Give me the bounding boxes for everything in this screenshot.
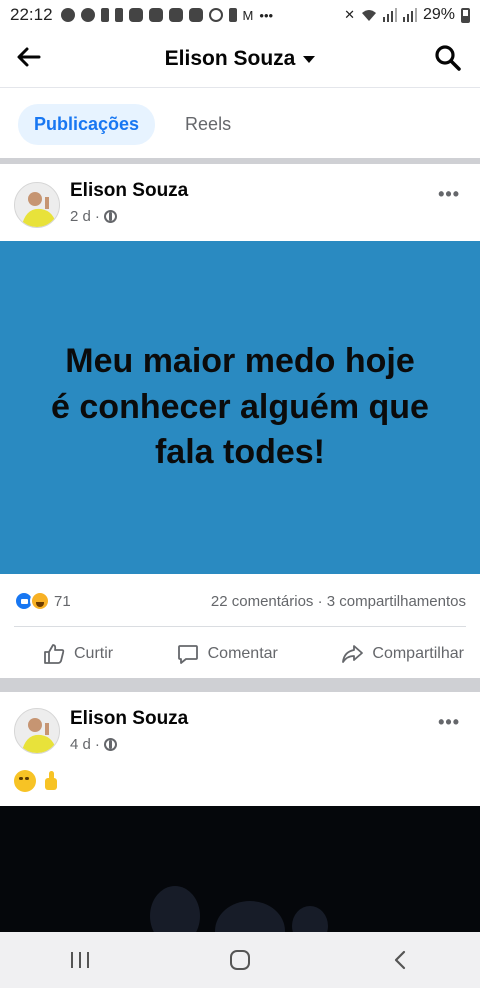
tab-publicacoes[interactable]: Publicações — [18, 103, 156, 145]
globe-icon — [103, 738, 117, 751]
post-video[interactable] — [0, 806, 480, 932]
notification-icon — [128, 8, 143, 22]
like-button[interactable]: Curtir — [42, 642, 113, 666]
video-shape — [150, 886, 200, 932]
profile-tabs: Publicações Reels — [0, 88, 480, 160]
like-label: Curtir — [74, 645, 114, 662]
comment-label: Comentar — [207, 645, 278, 662]
signal-icon — [402, 8, 417, 22]
post-author[interactable]: Elison Souza — [70, 180, 188, 202]
gmail-icon: M — [242, 7, 254, 23]
notification-icon — [114, 8, 123, 22]
actions-divider — [14, 626, 466, 627]
recent-apps-button[interactable] — [60, 940, 100, 980]
notification-icon — [228, 8, 237, 22]
post-image-text: Meu maior medo hoje é conhecer alguém qu… — [51, 341, 429, 472]
system-navigation-bar — [0, 932, 480, 988]
more-options-icon[interactable]: ••• — [438, 184, 460, 205]
profile-header: Elison Souza — [0, 30, 480, 88]
comment-button[interactable]: Comentar — [176, 642, 278, 666]
reaction-icons[interactable] — [14, 591, 50, 611]
chevron-left-icon — [394, 950, 406, 970]
reaction-count[interactable]: 71 — [54, 593, 71, 610]
status-time: 22:12 — [10, 5, 53, 24]
notification-icon — [208, 8, 223, 22]
post-author[interactable]: Elison Souza — [70, 708, 188, 730]
post-meta: 2 d · — [70, 208, 117, 225]
avatar[interactable] — [14, 708, 60, 754]
video-shape — [292, 906, 328, 932]
post-actions: Curtir Comentar Compartilhar — [0, 630, 480, 678]
globe-icon — [103, 210, 117, 223]
post-time[interactable]: 2 d — [70, 208, 91, 225]
notification-icon — [60, 8, 75, 22]
comments-shares-summary[interactable]: 22 comentários · 3 compartilhamentos — [211, 593, 466, 610]
notification-icon — [148, 8, 163, 22]
reactions-bar: 71 22 comentários · 3 compartilhamentos — [0, 583, 480, 619]
thumbs-up-icon — [44, 644, 65, 664]
status-bar: 22:12 M ••• ✕ 29% — [0, 0, 480, 30]
smirk-emoji-icon — [14, 770, 36, 792]
meta-separator: · — [94, 208, 100, 225]
share-icon — [342, 645, 364, 663]
post-meta: 4 d · — [70, 736, 117, 753]
post-divider — [0, 678, 480, 692]
header-title: Elison Souza — [164, 46, 296, 70]
avatar[interactable] — [14, 182, 60, 228]
thumbs-up-emoji-icon — [40, 770, 62, 792]
comment-icon — [177, 645, 198, 664]
battery-icon — [461, 7, 470, 23]
post-caption-emojis — [14, 770, 62, 792]
video-shape — [215, 901, 285, 932]
post-header: Elison Souza 4 d · ••• — [0, 692, 480, 766]
haha-reaction-icon — [30, 591, 50, 611]
notification-icon — [80, 8, 95, 22]
notification-icon — [168, 8, 183, 22]
more-notifications-icon: ••• — [259, 7, 274, 23]
system-indicators: ✕ 29% — [344, 6, 470, 24]
notification-icon — [188, 8, 203, 22]
share-button[interactable]: Compartilhar — [340, 642, 464, 666]
post-header: Elison Souza 2 d · ••• — [0, 164, 480, 238]
notification-icons: M ••• — [60, 7, 274, 23]
share-label: Compartilhar — [372, 645, 464, 662]
meta-separator: · — [94, 736, 100, 753]
home-icon — [230, 950, 250, 970]
notification-icon — [100, 8, 109, 22]
back-arrow-icon[interactable] — [14, 42, 44, 72]
tab-reels[interactable]: Reels — [169, 104, 247, 145]
home-button[interactable] — [220, 940, 260, 980]
post-image[interactable]: Meu maior medo hoje é conhecer alguém qu… — [0, 241, 480, 574]
wifi-icon — [361, 10, 376, 21]
mute-icon: ✕ — [344, 7, 355, 22]
chevron-down-icon — [303, 56, 316, 63]
more-options-icon[interactable]: ••• — [438, 712, 460, 733]
signal-icon — [382, 8, 397, 22]
recent-apps-icon — [71, 952, 89, 968]
post-time[interactable]: 4 d — [70, 736, 91, 753]
search-icon[interactable] — [434, 44, 462, 72]
profile-name-dropdown[interactable]: Elison Souza — [165, 47, 316, 71]
battery-percent: 29% — [422, 6, 455, 23]
back-button[interactable] — [380, 940, 420, 980]
